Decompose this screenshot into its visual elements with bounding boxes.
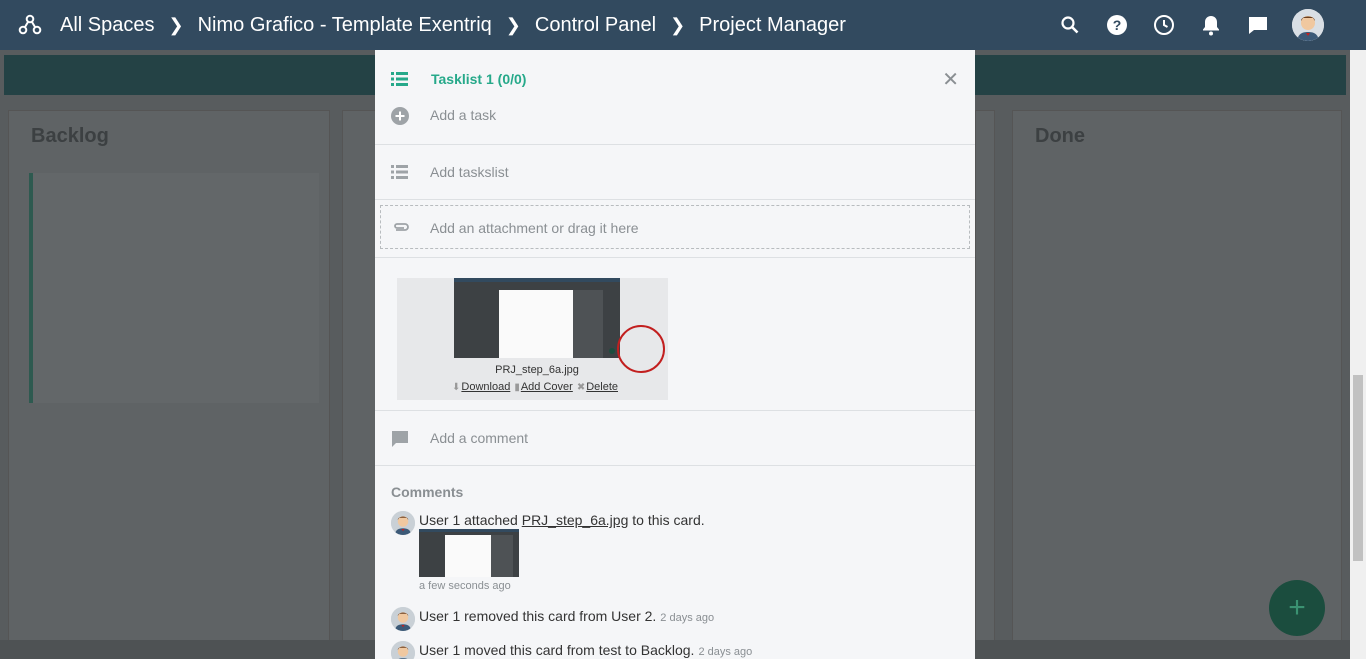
attachment-dropzone-section: Add an attachment or drag it here	[375, 200, 975, 258]
comment-item: User 1 moved this card from test to Back…	[391, 641, 752, 659]
comment-timestamp: 2 days ago	[698, 646, 753, 658]
list-icon	[391, 71, 409, 89]
breadcrumb-project-manager[interactable]: Project Manager	[699, 14, 846, 37]
chat-icon[interactable]	[1234, 0, 1281, 50]
comments-heading: Comments	[391, 484, 464, 500]
breadcrumb: All Spaces ❯ Nimo Grafico - Template Exe…	[60, 14, 846, 37]
comments-section: Comments User 1 attached PRJ_step_6a.jpg…	[375, 466, 975, 659]
comment-icon	[391, 430, 409, 448]
close-icon[interactable]: ✕	[942, 70, 959, 90]
comment-text: User 1 removed this card from User 2. 2 d…	[419, 608, 715, 624]
card-detail-panel: Tasklist 1 (0/0) ✕ Add a task Add tasksl…	[375, 50, 975, 659]
svg-text:?: ?	[1112, 17, 1121, 33]
add-tasklist-row[interactable]: Add taskslist	[375, 145, 975, 200]
comment-attachment-thumbnail[interactable]	[419, 529, 519, 577]
pin-icon: ▮	[514, 382, 520, 393]
avatar	[391, 607, 415, 631]
avatar	[391, 641, 415, 659]
attachment-actions: ⬇Download ▮Add Cover ✖Delete	[452, 381, 618, 393]
avatar	[391, 511, 415, 535]
comment-input[interactable]: Add a comment	[430, 430, 528, 446]
add-fab-button[interactable]: +	[1269, 580, 1325, 636]
breadcrumb-control-panel[interactable]: Control Panel	[535, 14, 656, 37]
close-icon: ✖	[576, 382, 586, 393]
breadcrumb-space[interactable]: Nimo Grafico - Template Exentriq	[198, 14, 492, 37]
download-icon: ⬇	[452, 382, 461, 393]
clock-icon[interactable]	[1140, 0, 1187, 50]
comment-text: User 1 moved this card from test to Back…	[419, 642, 753, 658]
chevron-right-icon: ❯	[505, 14, 521, 35]
column-backlog: Backlog	[8, 110, 330, 659]
list-icon	[391, 164, 409, 182]
add-tasklist-label[interactable]: Add taskslist	[430, 164, 509, 180]
page-scrollbar[interactable]	[1350, 50, 1366, 659]
attachment-card: PRJ_step_6a.jpg ⬇Download ▮Add Cover ✖De…	[397, 278, 668, 400]
scrollbar-thumb[interactable]	[1353, 375, 1363, 561]
comment-timestamp: a few seconds ago	[419, 580, 511, 592]
column-partial-right	[975, 110, 995, 659]
column-title: Done	[1035, 125, 1085, 147]
breadcrumb-all-spaces[interactable]: All Spaces	[60, 14, 155, 37]
attachment-placeholder: Add an attachment or drag it here	[430, 220, 639, 236]
download-link[interactable]: ⬇Download	[452, 381, 510, 393]
top-navigation-bar: All Spaces ❯ Nimo Grafico - Template Exe…	[0, 0, 1366, 50]
attachment-link[interactable]: PRJ_step_6a.jpg	[522, 512, 629, 528]
add-task-input[interactable]: Add a task	[430, 107, 496, 123]
comment-timestamp: 2 days ago	[660, 612, 715, 624]
tasklist-section: Tasklist 1 (0/0) ✕ Add a task	[375, 50, 975, 145]
attachment-filename: PRJ_step_6a.jpg	[495, 364, 579, 376]
bell-icon[interactable]	[1187, 0, 1234, 50]
user-avatar[interactable]	[1281, 0, 1328, 50]
column-done: Done	[1012, 110, 1342, 659]
comment-text: User 1 attached PRJ_step_6a.jpg to this …	[419, 512, 705, 528]
tasklist-title[interactable]: Tasklist 1 (0/0)	[431, 71, 526, 87]
column-title: Backlog	[31, 125, 109, 147]
attachment-thumbnail[interactable]	[454, 278, 620, 358]
help-icon[interactable]: ?	[1093, 0, 1140, 50]
paperclip-icon	[392, 220, 410, 238]
chevron-right-icon: ❯	[670, 14, 686, 35]
board-card[interactable]	[29, 173, 319, 403]
attachment-dropzone[interactable]: Add an attachment or drag it here	[380, 205, 970, 249]
chevron-right-icon: ❯	[168, 14, 184, 35]
attachments-list: PRJ_step_6a.jpg ⬇Download ▮Add Cover ✖De…	[375, 258, 975, 411]
search-icon[interactable]	[1046, 0, 1093, 50]
delete-link[interactable]: ✖Delete	[577, 381, 618, 393]
comment-input-row[interactable]: Add a comment	[375, 411, 975, 466]
spaces-logo-icon[interactable]	[0, 0, 60, 50]
add-circle-icon[interactable]	[391, 107, 409, 125]
comment-item: User 1 removed this card from User 2. 2 d…	[391, 607, 714, 631]
add-cover-link[interactable]: ▮Add Cover	[514, 381, 573, 393]
